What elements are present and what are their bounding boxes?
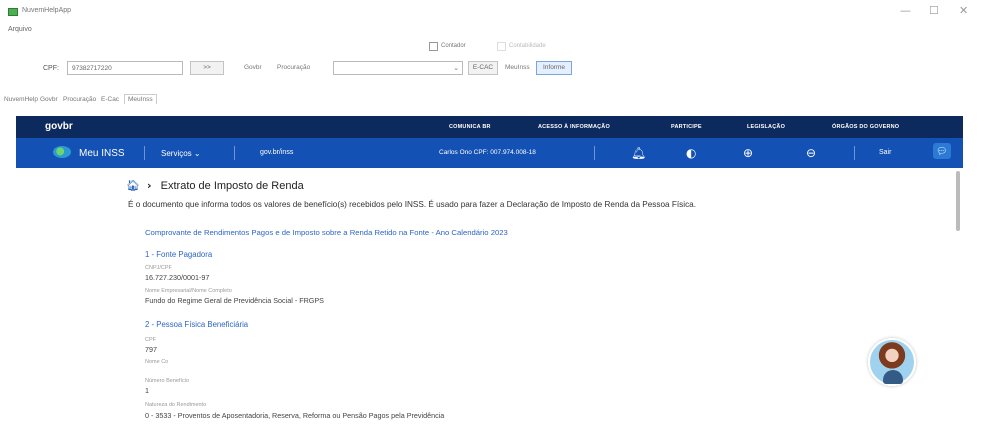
section-pessoa-fisica: 2 - Pessoa Física Beneficiária [145, 320, 249, 329]
app-icon [8, 8, 18, 16]
title-bar: NuvemHelpApp — ☐ ✕ [0, 0, 986, 22]
meu-inss-title[interactable]: Meu INSS [79, 148, 125, 159]
comprovante-link[interactable]: Comprovante de Rendimentos Pagos e de Im… [145, 228, 508, 237]
chat-icon[interactable]: 💬︎ [933, 143, 951, 159]
nome-empresarial-label: Nome Empresarial/Nome Completo [145, 288, 232, 294]
scrollbar-thumb[interactable] [956, 171, 960, 231]
tab-ecac[interactable]: E-Cac [101, 96, 119, 103]
govbr-link-legislacao[interactable]: LEGISLAÇÃO [747, 124, 785, 130]
main-content: 🏠︎ › Extrato de Imposto de Renda É o doc… [16, 168, 963, 431]
zoom-out-icon[interactable]: ⊖ [806, 146, 816, 160]
chevron-down-icon: ⌄ [453, 65, 459, 72]
tab-procuracao[interactable]: Procuração [63, 96, 96, 103]
zoom-in-icon[interactable]: ⊕ [743, 146, 753, 160]
separator [854, 146, 855, 160]
meuinss-button[interactable]: MeuInss [505, 64, 530, 71]
cnpj-label: CNPJ/CPF [145, 265, 172, 271]
cpf-input[interactable]: 97382717220 [67, 61, 183, 75]
more-button[interactable]: >> [190, 61, 224, 75]
bell-icon[interactable]: 🔔︎ [631, 146, 646, 160]
govbr-link-participe[interactable]: PARTICIPE [671, 124, 702, 130]
ecac-button[interactable]: E-CAC [468, 61, 498, 75]
govbr-header: govbr COMUNICA BR ACESSO À INFORMAÇÃO PA… [16, 116, 963, 138]
tab-govbr[interactable]: Govbr [40, 96, 58, 103]
cpf-label: CPF: [43, 65, 59, 72]
govbr-logo[interactable]: govbr [45, 121, 73, 132]
govbr-link-orgaos[interactable]: ÓRGÃOS DO GOVERNO [832, 124, 899, 130]
contador-checkbox[interactable] [429, 42, 438, 51]
maximize-button[interactable]: ☐ [929, 4, 939, 17]
user-cpf: Carlos Ono CPF: 007.974.008-18 [439, 149, 536, 156]
window-title: NuvemHelpApp [22, 7, 72, 14]
sair-link[interactable]: Sair [879, 149, 891, 156]
page-description: É o documento que informa todos os valor… [128, 200, 696, 209]
nome-empresarial-value: Fundo do Regime Geral de Previdência Soc… [145, 296, 324, 305]
govbr-inss-link[interactable]: gov.br/inss [260, 149, 293, 156]
breadcrumb: 🏠︎ › Extrato de Imposto de Renda [126, 179, 304, 192]
contador-label: Contador [441, 43, 466, 49]
separator [594, 146, 595, 160]
close-button[interactable]: ✕ [959, 4, 968, 17]
govbr-button[interactable]: Govbr [244, 64, 262, 71]
meu-inss-logo-icon [53, 146, 71, 158]
cnpj-value: 16.727.230/0001-97 [145, 273, 210, 282]
natureza-label: Natureza do Rendimento [145, 402, 207, 408]
natureza-value: 0 - 3533 - Proventos de Aposentadoria, R… [145, 411, 445, 420]
separator [144, 146, 145, 160]
avatar-body [883, 370, 903, 384]
contabilidade-label: Contabilidade [509, 43, 546, 49]
separator [234, 146, 235, 160]
assistant-avatar[interactable] [868, 338, 916, 386]
contrast-icon[interactable]: ◐ [686, 146, 696, 160]
browser-frame: govbr COMUNICA BR ACESSO À INFORMAÇÃO PA… [16, 116, 963, 431]
chevron-down-icon: ⌄ [193, 149, 201, 158]
beneficiaria-cpf-label: CPF [145, 337, 156, 343]
numero-beneficio-label: Número Benefício [145, 378, 190, 384]
govbr-link-comunica[interactable]: COMUNICA BR [449, 124, 491, 130]
govbr-link-acesso[interactable]: ACESSO À INFORMAÇÃO [538, 124, 610, 130]
house-icon[interactable]: 🏠︎ [126, 179, 140, 192]
minimize-button[interactable]: — [900, 4, 911, 17]
page-title: Extrato de Imposto de Renda [160, 180, 304, 192]
contabilidade-checkbox[interactable] [497, 42, 506, 51]
menu-arquivo[interactable]: Arquivo [8, 26, 32, 33]
procuracao-button[interactable]: Procuração [277, 64, 310, 71]
inss-header: Meu INSS Serviços ⌄ gov.br/inss Carlos O… [16, 138, 963, 168]
servicos-menu[interactable]: Serviços ⌄ [161, 149, 201, 158]
chevron-right-icon: › [147, 179, 152, 192]
procuracao-select[interactable]: ⌄ [333, 61, 463, 75]
section-fonte-pagadora: 1 - Fonte Pagadora [145, 250, 213, 259]
beneficiaria-cpf-value: 797 [145, 345, 157, 354]
numero-beneficio-value: 1 [145, 386, 149, 395]
tab-nuvemhelp[interactable]: NuvemHelp [4, 96, 38, 103]
informe-button[interactable]: Informe [536, 61, 572, 75]
tab-meuinss[interactable]: MeuInss [124, 94, 157, 104]
nome-completo-label: Nome Co [145, 359, 169, 365]
